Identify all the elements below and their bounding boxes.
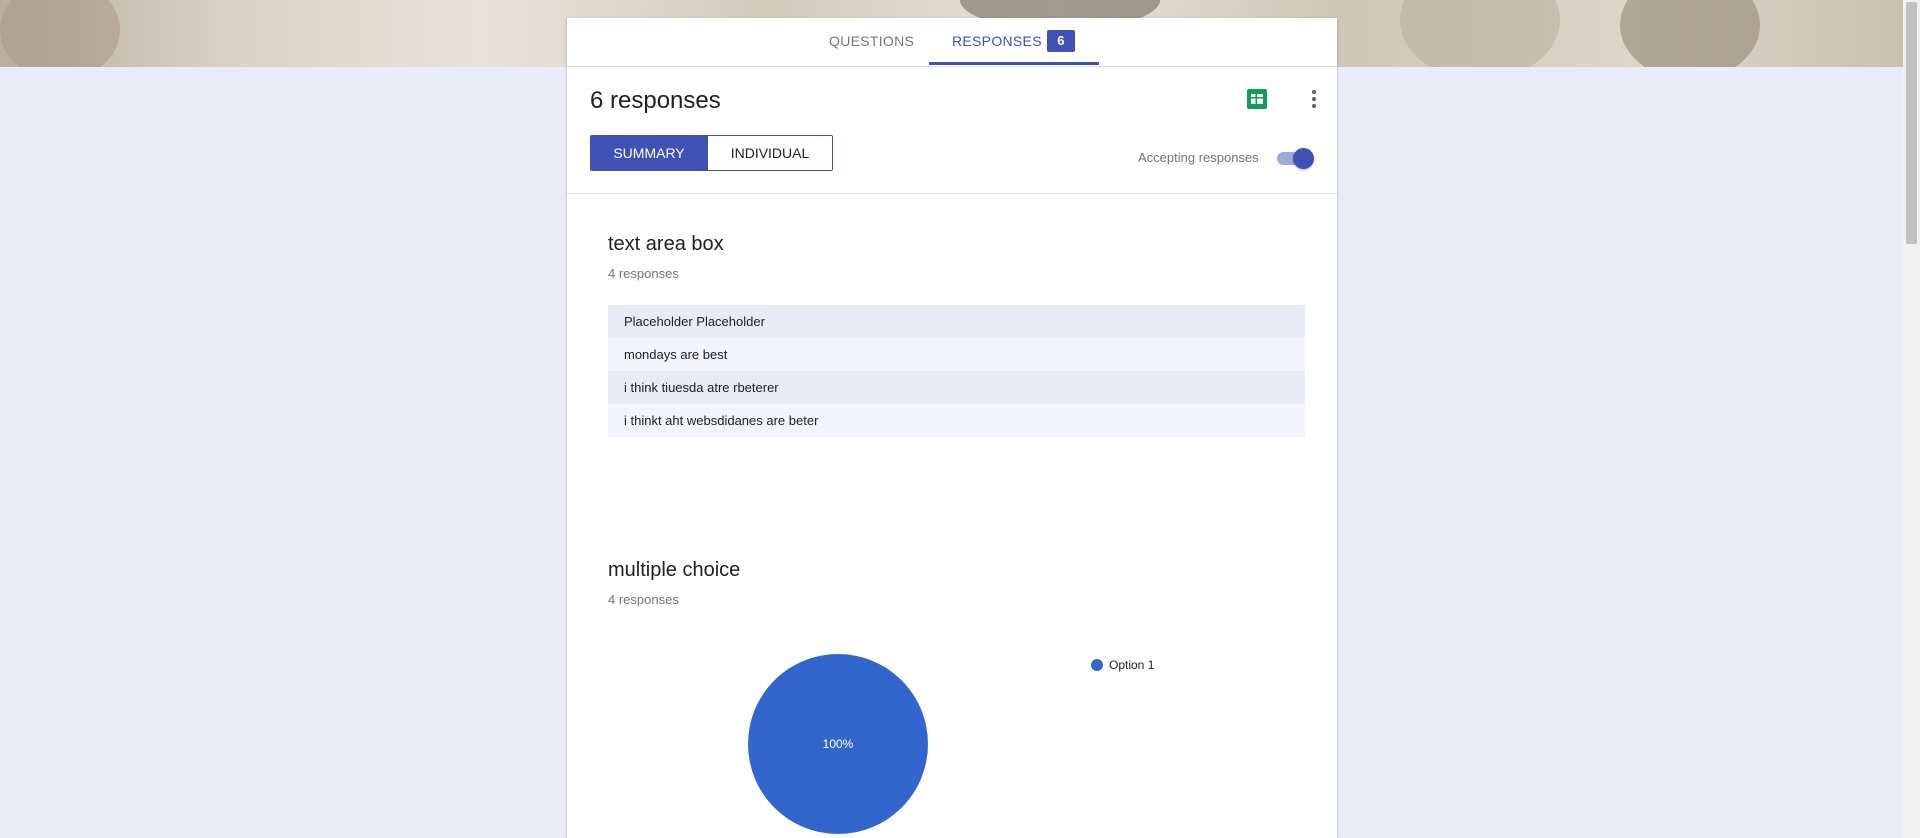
- legend-swatch: [1091, 659, 1103, 671]
- legend-label: Option 1: [1109, 658, 1155, 672]
- list-item: mondays are best: [608, 338, 1305, 371]
- pie-chart: 100%: [748, 654, 928, 834]
- question-multiple-choice: multiple choice 4 responses 100% Option …: [608, 559, 1305, 838]
- responses-count-badge: 6: [1047, 30, 1075, 52]
- accepting-responses-label: Accepting responses: [1138, 150, 1259, 165]
- accepting-responses-toggle[interactable]: [1275, 147, 1315, 169]
- list-item: i think tiuesda atre rbeterer: [608, 371, 1305, 404]
- page-title: 6 responses: [590, 87, 721, 114]
- scrollbar-thumb[interactable]: [1906, 2, 1917, 244]
- question-text-area-box: text area box 4 responses Placeholder Pl…: [608, 233, 1305, 437]
- tab-responses-label: RESPONSES: [952, 33, 1042, 49]
- list-item: i thinkt aht websdidanes are beter: [608, 404, 1305, 437]
- tab-questions[interactable]: QUESTIONS: [829, 18, 914, 65]
- responses-card: QUESTIONS RESPONSES 6 6 responses SUMMAR…: [567, 18, 1337, 838]
- chart-legend: Option 1: [1091, 658, 1154, 672]
- question-title: multiple choice: [608, 559, 741, 581]
- summary-button[interactable]: SUMMARY: [591, 136, 707, 170]
- google-sheets-icon[interactable]: [1247, 89, 1267, 109]
- form-tabs: QUESTIONS RESPONSES 6: [567, 18, 1337, 67]
- view-toggle: SUMMARY INDIVIDUAL: [590, 135, 833, 171]
- more-vert-icon[interactable]: [1302, 87, 1326, 111]
- question-title: text area box: [608, 233, 724, 255]
- page-scrollbar[interactable]: [1903, 0, 1920, 838]
- response-list: Placeholder Placeholder mondays are best…: [608, 305, 1305, 437]
- question-response-count: 4 responses: [608, 266, 679, 281]
- toggle-knob: [1293, 148, 1314, 169]
- responses-header: 6 responses SUMMARY INDIVIDUAL Accepting…: [567, 67, 1337, 194]
- individual-button[interactable]: INDIVIDUAL: [707, 136, 832, 170]
- question-response-count: 4 responses: [608, 592, 679, 607]
- list-item: Placeholder Placeholder: [608, 305, 1305, 338]
- pie-slice-label: 100%: [823, 737, 854, 751]
- tab-responses[interactable]: RESPONSES 6: [929, 18, 1099, 65]
